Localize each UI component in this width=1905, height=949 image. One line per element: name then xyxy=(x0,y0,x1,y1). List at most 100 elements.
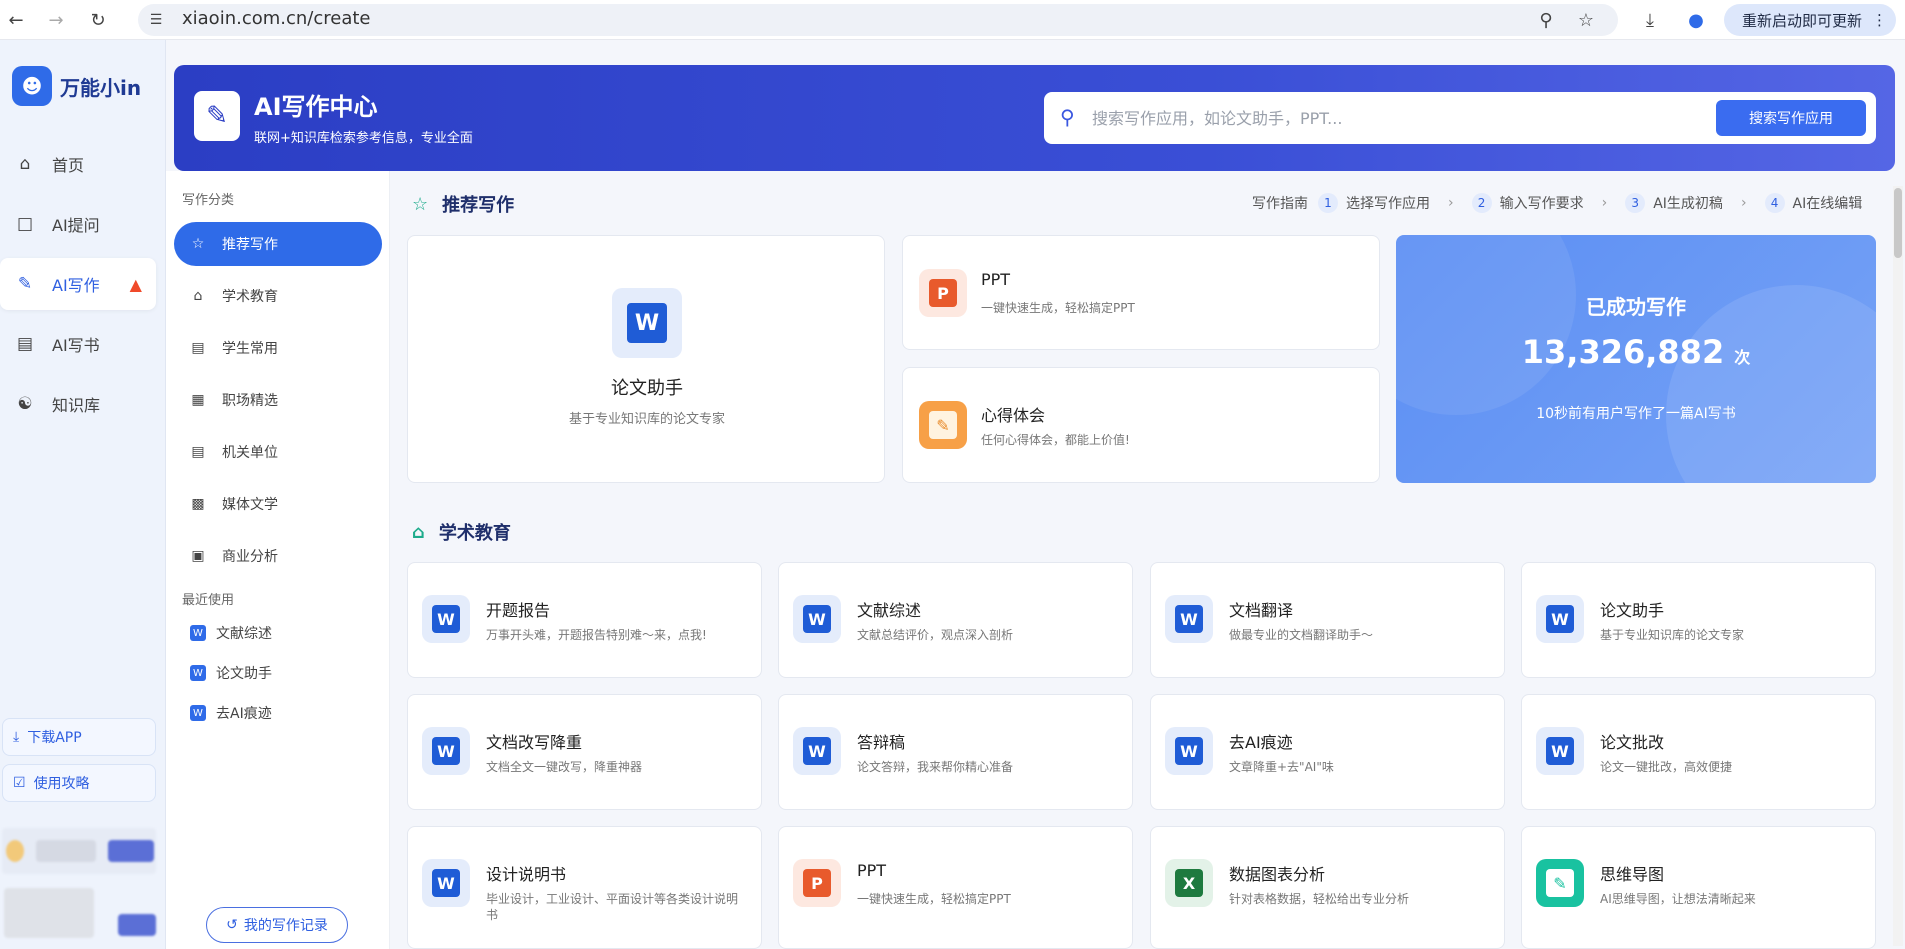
reload-icon[interactable]: ↻ xyxy=(86,8,110,32)
nav-item-ai-book[interactable]: ▤ AI写书 xyxy=(0,318,156,370)
nav-label: AI写作 xyxy=(52,276,100,295)
category-label: 推荐写作 xyxy=(222,237,278,253)
card-desc: 论文答辩，我来帮你精心准备 xyxy=(857,760,1014,774)
star-icon: ☆ xyxy=(191,236,205,252)
tool-card[interactable]: X 数据图表分析 针对表格数据，轻松给出专业分析 xyxy=(1150,826,1505,949)
tool-card[interactable]: W 去AI痕迹 文章降重+去"AI"味 xyxy=(1150,694,1505,810)
scrollbar-thumb[interactable] xyxy=(1894,188,1902,258)
stats-title: 已成功写作 xyxy=(1586,295,1686,319)
category-heading: 写作分类 xyxy=(182,193,235,208)
word-icon: W xyxy=(422,859,470,907)
category-workplace[interactable]: ▦ 职场精选 xyxy=(174,378,382,422)
mindmap-icon: ✎ xyxy=(1536,859,1584,907)
category-label: 媒体文学 xyxy=(222,497,278,513)
usage-guide-button[interactable]: ☑ 使用攻略 xyxy=(2,764,156,802)
tool-card[interactable]: W 论文批改 论文一键批改，高效便捷 xyxy=(1521,694,1876,810)
tool-card[interactable]: W 论文助手 基于专业知识库的论文专家 xyxy=(1521,562,1876,678)
card-desc: 一键快速生成，轻松搞定PPT xyxy=(981,301,1135,315)
search-input[interactable] xyxy=(1092,100,1692,136)
page-title: AI写作中心 xyxy=(254,93,378,121)
nav-label: AI写书 xyxy=(52,336,100,355)
nav-item-ai-ask[interactable]: □ AI提问 xyxy=(0,198,156,250)
category-media[interactable]: ▩ 媒体文学 xyxy=(174,482,382,526)
section-title-text: 学术教育 xyxy=(438,523,511,544)
nav-label: AI提问 xyxy=(52,216,100,235)
back-icon[interactable]: ← xyxy=(4,8,28,32)
certificate-icon: ✎ xyxy=(919,401,967,449)
card-desc: 一键快速生成，轻松搞定PPT xyxy=(857,892,1011,906)
nav-item-knowledge[interactable]: ☯ 知识库 xyxy=(0,378,156,430)
word-icon: W xyxy=(1536,595,1584,643)
chevron-right-icon: › xyxy=(1601,195,1608,211)
nav-label: 首页 xyxy=(52,156,85,175)
word-icon: W xyxy=(422,727,470,775)
card-title: 文档改写降重 xyxy=(486,733,583,752)
card-desc: 文献总结评价，观点深入剖析 xyxy=(857,628,1014,642)
recent-item[interactable]: W 去AI痕迹 xyxy=(190,703,272,723)
card-title: 文档翻译 xyxy=(1229,601,1294,620)
forward-icon[interactable]: → xyxy=(44,8,68,32)
step-label: 选择写作应用 xyxy=(1346,196,1430,212)
card-ppt[interactable]: P PPT 一键快速生成，轻松搞定PPT xyxy=(902,235,1380,350)
category-business[interactable]: ▣ 商业分析 xyxy=(174,534,382,578)
download-app-label: 下载APP xyxy=(27,730,82,746)
category-recommend[interactable]: ☆ 推荐写作 xyxy=(174,222,382,266)
tool-card[interactable]: P PPT 一键快速生成，轻松搞定PPT xyxy=(778,826,1133,949)
step-number: 4 xyxy=(1764,193,1785,213)
tool-card[interactable]: ✎ 思维导图 AI思维导图，让想法清晰起来 xyxy=(1521,826,1876,949)
chart-icon: ▣ xyxy=(191,548,205,564)
chat-icon: □ xyxy=(16,214,34,234)
word-icon: W xyxy=(612,288,682,358)
nav-item-ai-write[interactable]: ✎ AI写作 ▲ xyxy=(0,258,156,310)
writing-guide: 写作指南 1 选择写作应用 › 2 输入写作要求 › 3 AI生成初稿 › 4 AI在线… xyxy=(1252,193,1862,213)
search-button[interactable]: 搜索写作应用 xyxy=(1716,100,1866,136)
stats-count: 13,326,882 次 xyxy=(1396,333,1876,371)
writing-history-button[interactable]: ↺ 我的写作记录 xyxy=(206,907,348,943)
tool-card[interactable]: W 文档翻译 做最专业的文档翻译助手～ xyxy=(1150,562,1505,678)
category-student[interactable]: ▤ 学生常用 xyxy=(174,326,382,370)
tool-card[interactable]: W 文档改写降重 文档全文一键改写，降重神器 xyxy=(407,694,762,810)
zoom-icon[interactable]: ⚲ xyxy=(1534,8,1558,32)
tool-card[interactable]: W 文献综述 文献总结评价，观点深入剖析 xyxy=(778,562,1133,678)
card-desc: 文章降重+去"AI"味 xyxy=(1229,760,1334,774)
stats-number: 13,326,882 xyxy=(1521,333,1725,371)
update-label: 重新启动即可更新 xyxy=(1742,11,1863,30)
nav-item-home[interactable]: ⌂ 首页 xyxy=(0,138,156,190)
card-reflection[interactable]: ✎ 心得体会 任何心得体会，都能上价值! xyxy=(902,367,1380,483)
word-icon: W xyxy=(793,727,841,775)
bookmark-star-icon[interactable]: ☆ xyxy=(1574,8,1598,32)
word-icon: W xyxy=(190,625,206,641)
home-icon: ⌂ xyxy=(19,154,31,174)
tool-card[interactable]: W 开题报告 万事开头难，开题报告特别难～来，点我! xyxy=(407,562,762,678)
card-desc: AI思维导图，让想法清晰起来 xyxy=(1600,892,1756,906)
word-icon: W xyxy=(1165,595,1213,643)
tool-card[interactable]: W 设计说明书 毕业设计，工业设计、平面设计等各类设计说明书 xyxy=(407,826,762,949)
card-title: 思维导图 xyxy=(1600,865,1665,884)
stats-note: 10秒前有用户写作了一篇AI写书 xyxy=(1536,406,1736,422)
card-title: 论文批改 xyxy=(1600,733,1665,752)
recent-item[interactable]: W 文献综述 xyxy=(190,623,272,643)
scrollbar[interactable] xyxy=(1893,186,1903,946)
download-app-button[interactable]: ⤓ 下载APP xyxy=(2,718,156,756)
card-desc: 基于专业知识库的论文专家 xyxy=(1600,628,1745,642)
site-settings-icon[interactable]: ☰ xyxy=(144,8,168,32)
category-academic[interactable]: ⌂ 学术教育 xyxy=(174,274,382,318)
step-number: 3 xyxy=(1625,193,1646,213)
card-thesis-assistant[interactable]: W 论文助手 基于专业知识库的论文专家 xyxy=(407,235,885,483)
stats-card: 已成功写作 13,326,882 次 10秒前有用户写作了一篇AI写书 xyxy=(1396,235,1876,483)
download-icon[interactable]: ⤓ xyxy=(1638,8,1662,32)
step-label: AI在线编辑 xyxy=(1792,196,1863,212)
brand[interactable]: ☻ 万能小in xyxy=(12,66,141,106)
brand-name: 万能小in xyxy=(60,75,142,100)
update-button[interactable]: 重新启动即可更新 ⋮ xyxy=(1724,4,1896,36)
category-government[interactable]: ▤ 机关单位 xyxy=(174,430,382,474)
recent-item[interactable]: W 论文助手 xyxy=(190,663,272,683)
card-desc: 基于专业知识库的论文专家 xyxy=(568,412,725,427)
blurred-badge xyxy=(108,840,154,862)
profile-icon[interactable]: ● xyxy=(1684,8,1708,32)
pen-icon: ✎ xyxy=(17,274,33,294)
guide-label: 写作指南 xyxy=(1252,196,1308,212)
tool-card[interactable]: W 答辩稿 论文答辩，我来帮你精心准备 xyxy=(778,694,1133,810)
url-text[interactable]: xiaoin.com.cn/create xyxy=(182,8,371,29)
star-icon: ☆ xyxy=(412,193,429,215)
